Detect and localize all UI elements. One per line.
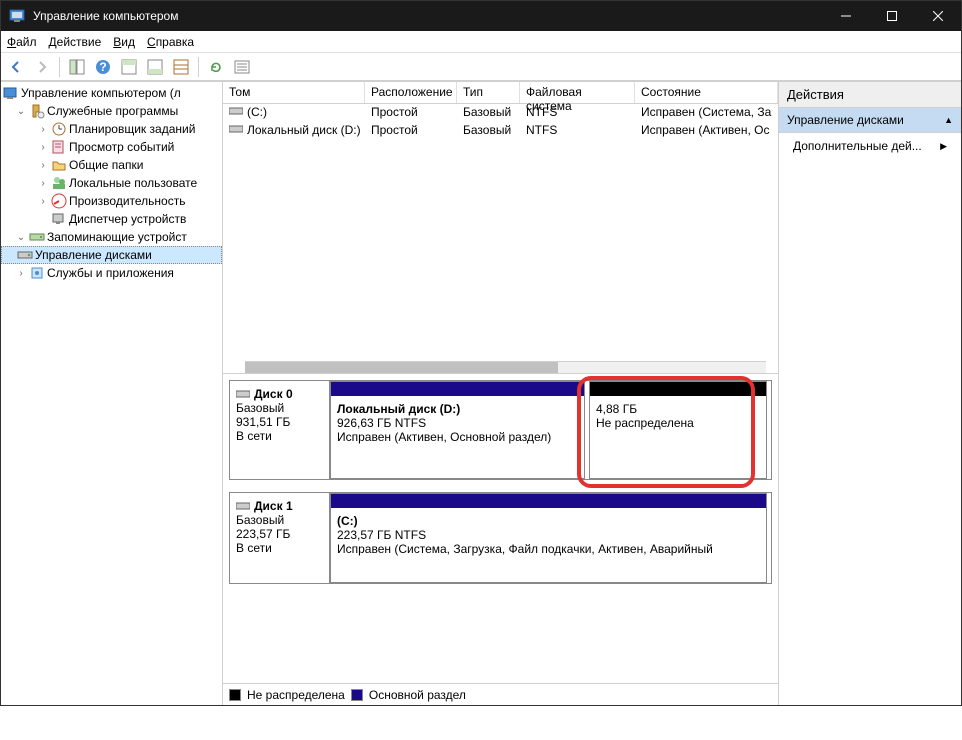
disk-icon xyxy=(236,500,250,512)
disk1-info: Диск 1 Базовый 223,57 ГБ В сети xyxy=(230,493,330,583)
svg-text:?: ? xyxy=(99,60,106,74)
content: Управление компьютером (л ⌄Служебные про… xyxy=(1,81,961,705)
tree-diskmgmt[interactable]: ›Управление дисками xyxy=(1,246,222,264)
help-button[interactable]: ? xyxy=(92,56,114,78)
menu-view[interactable]: Вид xyxy=(113,35,135,49)
col-state[interactable]: Состояние xyxy=(635,82,778,103)
tree-utilities[interactable]: ⌄Служебные программы xyxy=(1,102,222,120)
caret-right-icon: › xyxy=(37,142,49,153)
window-title: Управление компьютером xyxy=(33,9,178,23)
toolbar: ? xyxy=(1,53,961,81)
tree-perf[interactable]: ›Производительность xyxy=(1,192,222,210)
disk-icon xyxy=(236,388,250,400)
volume-row[interactable]: Локальный диск (D:) Простой Базовый NTFS… xyxy=(223,122,778,140)
actions-title: Действия xyxy=(779,82,961,108)
settings-button[interactable] xyxy=(170,56,192,78)
volumes-header[interactable]: Том Расположение Тип Файловая система Со… xyxy=(223,82,778,104)
disk1-block[interactable]: Диск 1 Базовый 223,57 ГБ В сети (C:) 223… xyxy=(229,492,772,584)
window: Управление компьютером Файл Действие Вид… xyxy=(0,0,962,706)
tree-pane[interactable]: Управление компьютером (л ⌄Служебные про… xyxy=(1,82,223,705)
minimize-button[interactable] xyxy=(823,1,869,31)
col-type[interactable]: Тип xyxy=(457,82,520,103)
scrollbar[interactable] xyxy=(245,361,766,373)
caret-right-icon: › xyxy=(37,178,49,189)
disk-diagram: Диск 0 Базовый 931,51 ГБ В сети Локальны… xyxy=(223,374,778,705)
submenu-icon: ▶ xyxy=(940,141,947,152)
menu-action[interactable]: Действие xyxy=(49,35,102,49)
tree-storage[interactable]: ⌄Запоминающие устройст xyxy=(1,228,222,246)
swatch-unallocated xyxy=(229,689,241,701)
legend: Не распределена Основной раздел xyxy=(223,683,778,705)
tree-events[interactable]: ›Просмотр событий xyxy=(1,138,222,156)
disk0-block[interactable]: Диск 0 Базовый 931,51 ГБ В сети Локальны… xyxy=(229,380,772,480)
bar-primary xyxy=(331,382,584,396)
volumes-list[interactable]: Том Расположение Тип Файловая система Со… xyxy=(223,82,778,374)
menubar: Файл Действие Вид Справка xyxy=(1,31,961,53)
actions-more[interactable]: Дополнительные дей...▶ xyxy=(779,133,961,159)
disk1-partition-c[interactable]: (C:) 223,57 ГБ NTFS Исправен (Система, З… xyxy=(330,493,767,583)
menu-file[interactable]: Файл xyxy=(7,35,37,49)
bar-unallocated xyxy=(590,382,766,396)
list-button[interactable] xyxy=(231,56,253,78)
view-top-button[interactable] xyxy=(118,56,140,78)
caret-right-icon: › xyxy=(37,196,49,207)
center-pane: Том Расположение Тип Файловая система Со… xyxy=(223,82,779,705)
app-icon xyxy=(9,8,25,24)
drive-icon xyxy=(229,124,243,134)
legend-primary: Основной раздел xyxy=(369,688,466,702)
caret-right-icon: › xyxy=(37,124,49,135)
tree-users[interactable]: ›Локальные пользовате xyxy=(1,174,222,192)
tree-services[interactable]: ›Службы и приложения xyxy=(1,264,222,282)
maximize-button[interactable] xyxy=(869,1,915,31)
tree-shared[interactable]: ›Общие папки xyxy=(1,156,222,174)
col-volume[interactable]: Том xyxy=(223,82,365,103)
disk0-info: Диск 0 Базовый 931,51 ГБ В сети xyxy=(230,381,330,479)
caret-down-icon: ⌄ xyxy=(15,232,27,243)
refresh-button[interactable] xyxy=(205,56,227,78)
tree-scheduler[interactable]: ›Планировщик заданий xyxy=(1,120,222,138)
caret-right-icon: › xyxy=(15,268,27,279)
tree-root[interactable]: Управление компьютером (л xyxy=(1,84,222,102)
drive-icon xyxy=(229,106,243,116)
back-button[interactable] xyxy=(5,56,27,78)
tree-devmgr[interactable]: ›Диспетчер устройств xyxy=(1,210,222,228)
volume-row[interactable]: (C:) Простой Базовый NTFS Исправен (Сист… xyxy=(223,104,778,122)
show-hide-tree-button[interactable] xyxy=(66,56,88,78)
swatch-primary xyxy=(351,689,363,701)
forward-button[interactable] xyxy=(31,56,53,78)
actions-selected-context[interactable]: Управление дисками▲ xyxy=(779,108,961,133)
disk0-unallocated[interactable]: 4,88 ГБ Не распределена xyxy=(589,381,767,479)
close-button[interactable] xyxy=(915,1,961,31)
view-bottom-button[interactable] xyxy=(144,56,166,78)
titlebar: Управление компьютером xyxy=(1,1,961,31)
collapse-icon: ▲ xyxy=(944,115,953,125)
bar-primary xyxy=(331,494,766,508)
col-layout[interactable]: Расположение xyxy=(365,82,457,103)
disk0-partition-d[interactable]: Локальный диск (D:) 926,63 ГБ NTFS Испра… xyxy=(330,381,585,479)
caret-down-icon: ⌄ xyxy=(15,106,27,117)
legend-unallocated: Не распределена xyxy=(247,688,345,702)
caret-right-icon: › xyxy=(37,160,49,171)
col-fs[interactable]: Файловая система xyxy=(520,82,635,103)
menu-help[interactable]: Справка xyxy=(147,35,194,49)
actions-pane: Действия Управление дисками▲ Дополнитель… xyxy=(779,82,961,705)
